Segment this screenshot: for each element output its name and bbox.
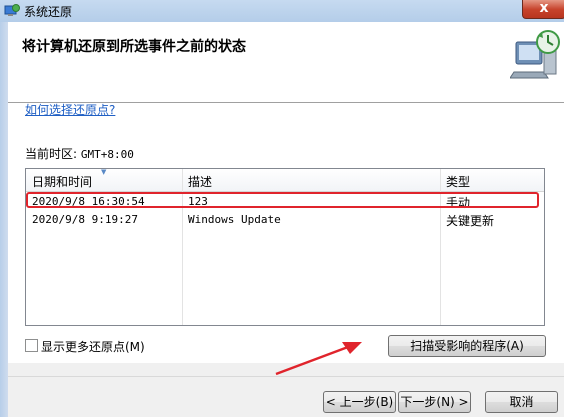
sort-arrow-icon: ▼ bbox=[101, 168, 107, 176]
restore-icon bbox=[4, 4, 20, 16]
help-link[interactable]: 如何选择还原点? bbox=[25, 101, 115, 118]
back-button[interactable]: < 上一步(B) bbox=[323, 391, 396, 413]
row-type: 关键更新 bbox=[446, 214, 495, 228]
show-more-label: 显示更多还原点(M) bbox=[41, 340, 145, 354]
timezone-row: 当前时区: GMT+8:00 bbox=[25, 145, 134, 162]
cancel-button[interactable]: 取消 bbox=[485, 391, 558, 413]
page-title: 将计算机还原到所选事件之前的状态 bbox=[22, 39, 246, 55]
row-datetime: 2020/9/8 9:19:27 bbox=[32, 213, 138, 226]
close-button[interactable]: x bbox=[522, 0, 564, 19]
next-button[interactable]: 下一步(N) > bbox=[398, 391, 471, 413]
table-row[interactable]: 2020/9/8 9:19:27 Windows Update 关键更新 bbox=[26, 211, 544, 230]
title-bar: 系统还原 x bbox=[0, 0, 564, 22]
timezone-label: 当前时区: bbox=[25, 147, 78, 161]
window-title: 系统还原 bbox=[24, 5, 73, 19]
timezone-value: GMT+8:00 bbox=[80, 148, 134, 161]
column-header-type[interactable]: 类型 bbox=[446, 173, 470, 190]
window-frame bbox=[0, 22, 8, 417]
column-header-datetime[interactable]: 日期和时间 bbox=[32, 173, 92, 190]
row-description: Windows Update bbox=[188, 213, 281, 226]
header-band: 将计算机还原到所选事件之前的状态 bbox=[8, 22, 564, 102]
show-more-checkbox[interactable] bbox=[25, 339, 38, 352]
footer-divider bbox=[8, 376, 564, 377]
list-header: ▼ 日期和时间 描述 类型 bbox=[26, 169, 544, 192]
annotation-arrow-icon bbox=[275, 342, 362, 376]
scan-affected-programs-button[interactable]: 扫描受影响的程序(A) bbox=[388, 335, 546, 357]
computer-restore-icon bbox=[510, 30, 560, 79]
highlight-annotation bbox=[26, 192, 539, 208]
column-header-description[interactable]: 描述 bbox=[188, 173, 212, 190]
